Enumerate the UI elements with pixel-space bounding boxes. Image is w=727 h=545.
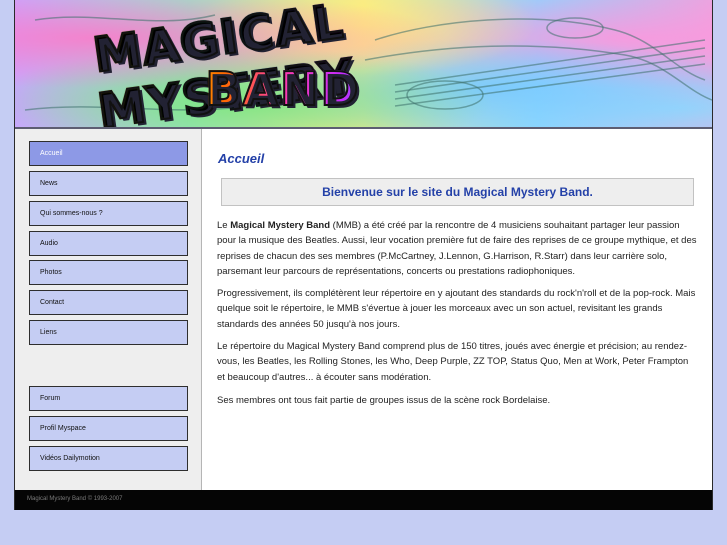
page-title: Accueil xyxy=(218,151,265,166)
nav-news[interactable]: News xyxy=(29,171,188,196)
nav-audio[interactable]: Audio xyxy=(29,231,188,256)
nav-liens[interactable]: Liens xyxy=(29,320,188,345)
nav-photos[interactable]: Photos xyxy=(29,260,188,285)
footer: Magical Mystery Band © 1993-2007 xyxy=(15,490,712,510)
nav-contact[interactable]: Contact xyxy=(29,290,188,315)
nav-qui-sommes-nous[interactable]: Qui sommes-nous ? xyxy=(29,201,188,226)
logo-text-band: BAND xyxy=(163,61,403,117)
members-paragraph: Ses membres ont tous fait partie de grou… xyxy=(217,395,551,406)
main-content: Accueil Bienvenue sur le site du Magical… xyxy=(203,129,712,490)
nav-forum[interactable]: Forum xyxy=(29,386,188,411)
intro-prefix: Le xyxy=(217,220,231,231)
welcome-banner: Bienvenue sur le site du Magical Mystery… xyxy=(221,178,694,206)
copyright-text: Magical Mystery Band © 1993-2007 xyxy=(27,496,123,502)
sidebar-nav: Accueil News Qui sommes-nous ? Audio Pho… xyxy=(15,129,202,490)
nav-accueil[interactable]: Accueil xyxy=(29,141,188,166)
page-frame: MAGICAL MYSTERY BAND Accueil News Qui so… xyxy=(14,0,713,510)
nav-videos-dailymotion[interactable]: Vidéos Dailymotion xyxy=(29,446,188,471)
site-banner: MAGICAL MYSTERY BAND xyxy=(15,0,712,129)
titles-paragraph: Le répertoire du Magical Mystery Band co… xyxy=(217,341,689,383)
nav-profil-myspace[interactable]: Profil Myspace xyxy=(29,416,188,441)
band-name: Magical Mystery Band xyxy=(230,220,331,231)
repertoire-paragraph: Progressivement, ils complétèrent leur r… xyxy=(217,288,696,330)
intro-paragraph: Le Magical Mystery Band (MMB) a été créé… xyxy=(217,218,697,279)
